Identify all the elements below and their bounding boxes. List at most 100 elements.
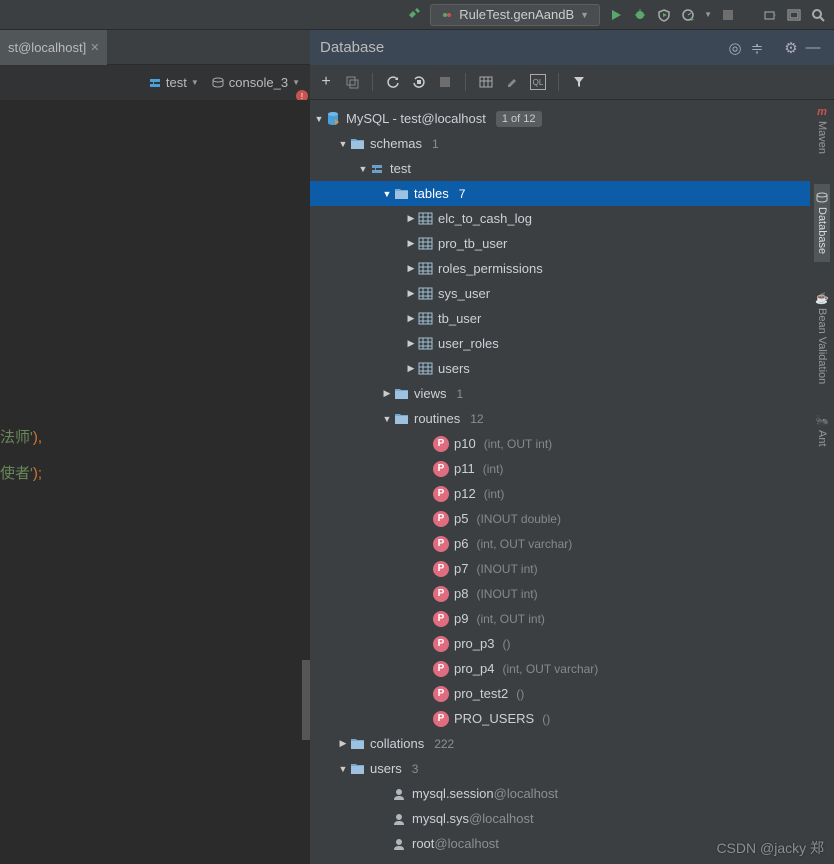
filter-icon[interactable] (571, 74, 587, 90)
node-label: MySQL - test@localhost (346, 111, 486, 126)
expand-icon: ▶ (406, 263, 416, 274)
node-icon: P (432, 611, 450, 627)
routine-p11[interactable]: P p11(int) (310, 456, 810, 481)
routine-p12[interactable]: P p12(int) (310, 481, 810, 506)
tx-icon[interactable] (437, 74, 453, 90)
table-view-icon[interactable] (478, 74, 494, 90)
schemas-folder[interactable]: ▼ schemas1 (310, 131, 810, 156)
close-tab-icon[interactable]: ✕ (90, 41, 99, 54)
table-roles_permissions[interactable]: ▶ roles_permissions (310, 256, 810, 281)
routine-PRO_USERS[interactable]: P PRO_USERS() (310, 706, 810, 731)
ddl-icon[interactable]: QL (530, 74, 546, 90)
expand-icon: ▶ (406, 313, 416, 324)
routine-p6[interactable]: P p6(int, OUT varchar) (310, 531, 810, 556)
db-root[interactable]: ▼ MySQL - test@localhost1 of 12 (310, 106, 810, 131)
node-label: p7 (454, 561, 468, 576)
build-hammer-icon[interactable] (406, 7, 422, 23)
database-panel-header: Database ◎ ≑ ⚙ — (310, 30, 834, 65)
user-mysql.sys[interactable]: mysql.sys@localhost (310, 806, 810, 831)
table-elc_to_cash_log[interactable]: ▶ elc_to_cash_log (310, 206, 810, 231)
main-toolbar: RuleTest.genAandB ▼ ▼ (0, 0, 834, 30)
layout-icon[interactable] (786, 7, 802, 23)
node-label: root (412, 836, 434, 851)
node-label: tables (414, 186, 449, 201)
minimize-icon[interactable]: — (802, 39, 824, 56)
node-label: p11 (454, 461, 475, 476)
bean-validation-tab[interactable]: ☕Bean Validation (815, 292, 829, 384)
count-pill: 1 of 12 (496, 111, 542, 127)
schema-test[interactable]: ▼ test (310, 156, 810, 181)
table-pro_tb_user[interactable]: ▶ pro_tb_user (310, 231, 810, 256)
table-sys_user[interactable]: ▶ sys_user (310, 281, 810, 306)
node-label: pro_p4 (454, 661, 494, 676)
node-icon (416, 262, 434, 275)
database-tree: ▼ MySQL - test@localhost 1 of 12 ▼ schema… (310, 100, 810, 864)
expand-icon: ▶ (406, 363, 416, 374)
db-toolbar: + QL (310, 65, 834, 100)
tables-folder[interactable]: ▼ tables7 (310, 181, 810, 206)
routine-p7[interactable]: P p7(INOUT int) (310, 556, 810, 581)
collations-folder[interactable]: ▶ collations222 (310, 731, 810, 756)
editor-area[interactable]: 法师'), 使者'); (0, 100, 310, 864)
debug-icon[interactable] (632, 7, 648, 23)
run-icon[interactable] (608, 7, 624, 23)
node-icon (416, 287, 434, 300)
routine-p5[interactable]: P p5(INOUT double) (310, 506, 810, 531)
routine-pro_p3[interactable]: P pro_p3() (310, 631, 810, 656)
node-label: p5 (454, 511, 468, 526)
edit-icon[interactable] (504, 74, 520, 90)
routine-p8[interactable]: P p8(INOUT int) (310, 581, 810, 606)
routine-p9[interactable]: P p9(int, OUT int) (310, 606, 810, 631)
table-tb_user[interactable]: ▶ tb_user (310, 306, 810, 331)
coverage-icon[interactable] (656, 7, 672, 23)
user-mysql.session[interactable]: mysql.session@localhost (310, 781, 810, 806)
expand-icon: ▼ (358, 164, 368, 174)
profile-icon[interactable] (680, 7, 696, 23)
editor-tab[interactable]: st@localhost] ✕ (0, 30, 107, 65)
node-icon: P (432, 661, 450, 677)
schema-selector[interactable]: test▼ (148, 75, 199, 90)
views-folder[interactable]: ▶ views1 (310, 381, 810, 406)
node-icon (416, 337, 434, 350)
table-user_roles[interactable]: ▶ user_roles (310, 331, 810, 356)
filter-settings-icon[interactable]: ≑ (746, 39, 768, 57)
right-sidebar: mMaven Database ☕Bean Validation 🐜Ant (810, 100, 834, 864)
ant-tab[interactable]: 🐜Ant (815, 414, 829, 447)
database-tab[interactable]: Database (814, 184, 830, 262)
node-label: user_roles (438, 336, 499, 351)
expand-icon: ▶ (382, 388, 392, 399)
routine-pro_test2[interactable]: P pro_test2() (310, 681, 810, 706)
stop-icon[interactable] (720, 7, 736, 23)
node-label: mysql.session (412, 786, 494, 801)
node-label: pro_p3 (454, 636, 494, 651)
node-label: sys_user (438, 286, 490, 301)
table-users[interactable]: ▶ users (310, 356, 810, 381)
settings-icon[interactable]: ⚙ (780, 39, 802, 57)
stop-refresh-icon[interactable] (411, 74, 427, 90)
routine-pro_p4[interactable]: P pro_p4(int, OUT varchar) (310, 656, 810, 681)
node-icon (324, 111, 342, 127)
attach-icon[interactable] (762, 7, 778, 23)
node-icon (348, 737, 366, 750)
users-folder[interactable]: ▼ users3 (310, 756, 810, 781)
chevron-down-icon: ▼ (580, 10, 589, 20)
editor-scrollbar[interactable] (302, 660, 310, 740)
maven-tab[interactable]: mMaven (816, 106, 828, 154)
refresh-icon[interactable] (385, 74, 401, 90)
run-config-selector[interactable]: RuleTest.genAandB ▼ (430, 4, 600, 26)
search-icon[interactable] (810, 7, 826, 23)
expand-icon: ▶ (338, 738, 348, 749)
session-selector[interactable]: console_3▼ (211, 75, 300, 90)
target-icon[interactable]: ◎ (724, 39, 746, 57)
duplicate-icon[interactable] (344, 74, 360, 90)
node-icon (416, 212, 434, 225)
routines-folder[interactable]: ▼ routines12 (310, 406, 810, 431)
routine-p10[interactable]: P p10(int, OUT int) (310, 431, 810, 456)
add-icon[interactable]: + (318, 74, 334, 90)
node-icon (392, 387, 410, 400)
node-icon: P (432, 436, 450, 452)
node-label: PRO_USERS (454, 711, 534, 726)
node-icon: P (432, 636, 450, 652)
panel-title: Database (320, 39, 724, 56)
run-config-label: RuleTest.genAandB (459, 7, 574, 22)
